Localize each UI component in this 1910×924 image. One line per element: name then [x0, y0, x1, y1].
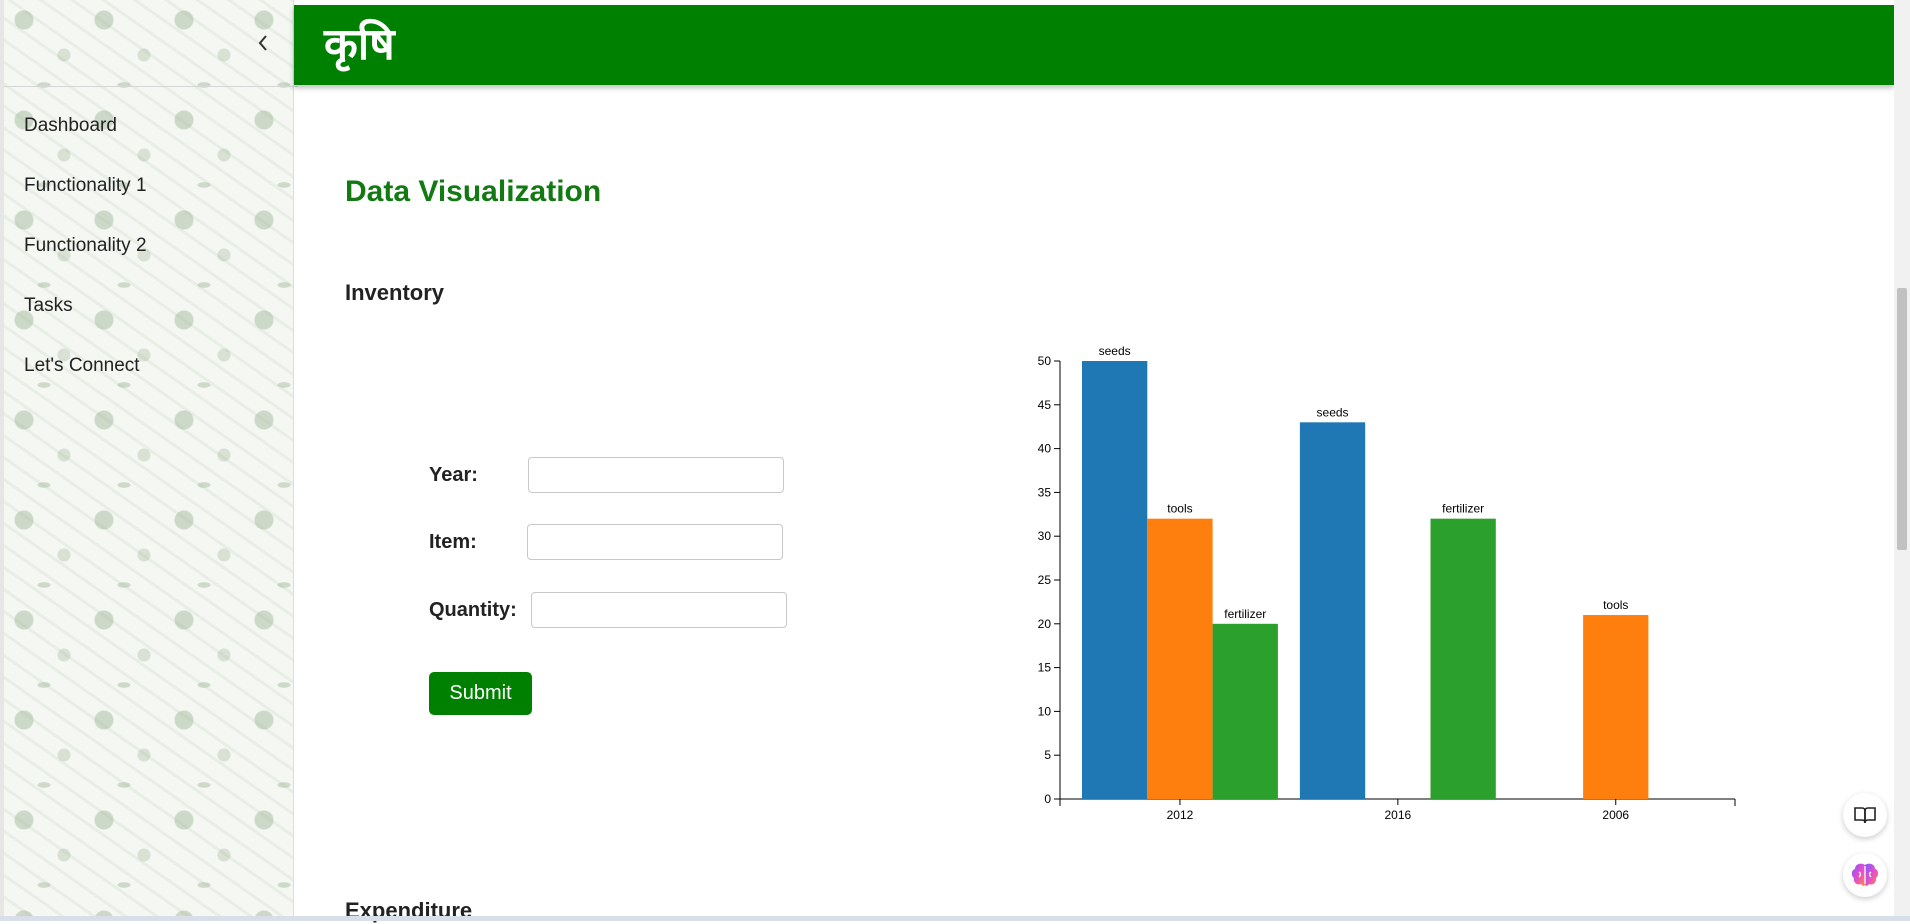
x-tick-label: 2016 [1384, 808, 1411, 822]
x-tick-label: 2006 [1602, 808, 1629, 822]
bar-seeds-2016 [1299, 422, 1366, 799]
sidebar: Dashboard Functionality 1 Functionality … [0, 0, 298, 921]
book-icon [1854, 807, 1876, 824]
item-label: Item: [429, 531, 477, 553]
bar-data-label: seeds [1317, 405, 1349, 419]
y-tick-label: 25 [1038, 573, 1052, 587]
y-tick-label: 30 [1038, 529, 1052, 543]
reader-mode-button[interactable] [1843, 793, 1887, 837]
bar-fertilizer-2012 [1212, 623, 1278, 799]
section-title-inventory: Inventory [345, 280, 445, 305]
bar-data-label: seeds [1099, 344, 1131, 358]
bar-fertilizer-2016 [1430, 518, 1496, 799]
sidebar-item-functionality-1[interactable]: Functionality 1 [24, 172, 147, 232]
year-input[interactable] [528, 457, 784, 493]
inventory-bar-chart: 0 5 10 15 20 25 30 35 40 45 50 2012 2016 2006 seeds too… [1038, 344, 1736, 822]
ai-assistant-button[interactable] [1843, 853, 1887, 897]
sidebar-nav: Dashboard Functionality 1 Functionality … [24, 112, 147, 412]
scrollbar-thumb[interactable] [1897, 288, 1907, 550]
quantity-label: Quantity: [429, 599, 517, 621]
submit-button[interactable]: Submit [429, 672, 532, 715]
item-input[interactable] [527, 524, 783, 560]
quantity-input[interactable] [531, 592, 787, 628]
page-title: Data Visualization [345, 175, 602, 208]
y-tick-label: 5 [1044, 748, 1051, 762]
y-tick-label: 35 [1038, 485, 1052, 499]
y-tick-label: 15 [1038, 661, 1052, 675]
bar-data-label: fertilizer [1224, 607, 1266, 621]
bar-tools-2006 [1583, 615, 1649, 799]
y-tick-label: 0 [1044, 792, 1051, 806]
chevron-left-icon [258, 35, 267, 51]
brand-logo[interactable]: कृषि [324, 15, 395, 75]
brain-icon [1851, 863, 1879, 886]
collapse-sidebar-button[interactable] [250, 30, 276, 56]
sidebar-item-dashboard[interactable]: Dashboard [24, 112, 147, 172]
sidebar-item-lets-connect[interactable]: Let's Connect [24, 352, 147, 412]
y-tick-label: 50 [1038, 354, 1052, 368]
y-tick-label: 10 [1038, 704, 1052, 718]
window-bottom-edge [0, 916, 1910, 921]
y-tick-label: 40 [1038, 442, 1052, 456]
sidebar-item-functionality-2[interactable]: Functionality 2 [24, 232, 147, 292]
y-tick-label: 20 [1038, 617, 1052, 631]
sidebar-item-tasks[interactable]: Tasks [24, 292, 147, 352]
bar-tools-2012 [1147, 518, 1213, 799]
bar-data-label: tools [1167, 502, 1192, 516]
app-header: कृषि [294, 5, 1894, 85]
sidebar-divider [4, 86, 298, 87]
bar-seeds-2012 [1082, 361, 1148, 799]
year-label: Year: [429, 464, 478, 486]
bar-data-label: tools [1603, 598, 1628, 612]
x-tick-label: 2012 [1167, 808, 1194, 822]
y-tick-label: 45 [1038, 398, 1052, 412]
bar-data-label: fertilizer [1442, 502, 1484, 516]
